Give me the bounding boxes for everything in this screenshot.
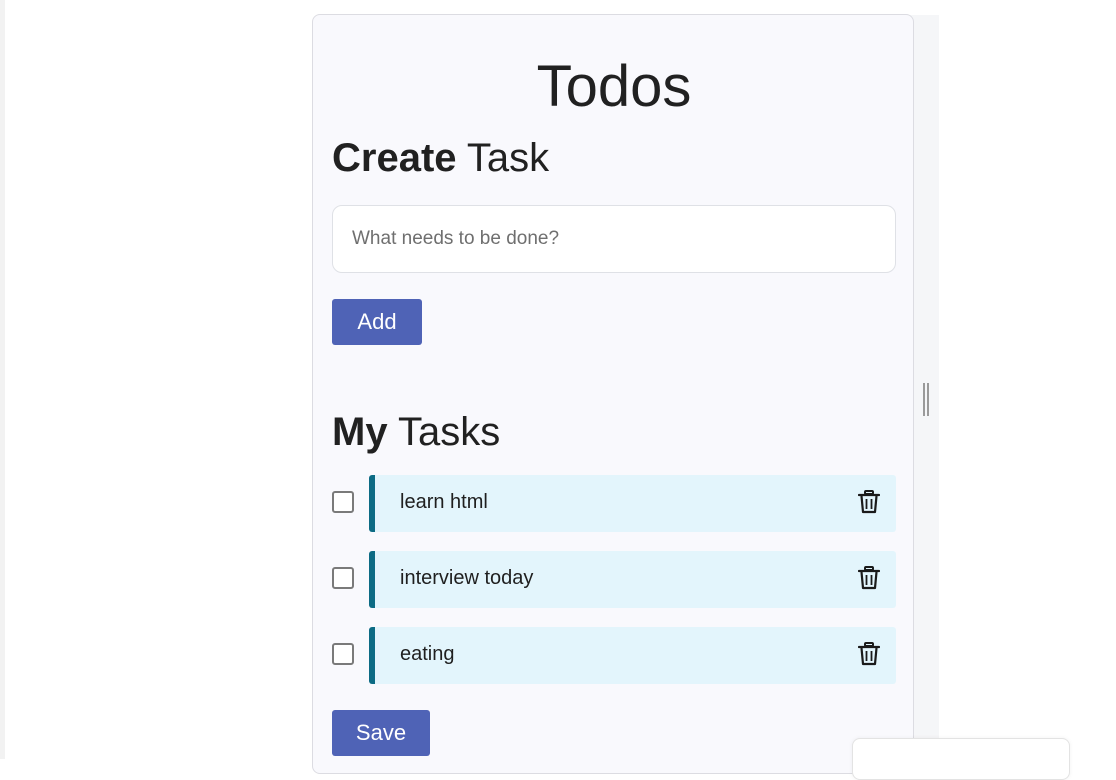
tasks-heading-rest: Tasks [387, 410, 501, 454]
save-button[interactable]: Save [332, 710, 430, 756]
task-item: eating [369, 627, 896, 684]
create-heading-bold: Create [332, 136, 457, 180]
create-task-heading: Create Task [332, 134, 549, 182]
task-row: interview today [332, 551, 896, 608]
task-checkbox[interactable] [332, 491, 354, 513]
tasks-heading-bold: My [332, 410, 388, 454]
task-row: learn html [332, 475, 896, 532]
task-label: interview today [400, 567, 534, 589]
page-title: Todos [536, 54, 692, 119]
floating-popup [852, 738, 1070, 780]
task-label: eating [400, 643, 455, 665]
task-checkbox[interactable] [332, 567, 354, 589]
task-label: learn html [400, 491, 488, 513]
task-item: interview today [369, 551, 896, 608]
page-left-edge [0, 0, 5, 759]
create-heading-rest: Task [456, 136, 550, 180]
task-checkbox[interactable] [332, 643, 354, 665]
my-tasks-heading: My Tasks [332, 408, 500, 456]
new-task-input[interactable] [332, 205, 896, 273]
todo-card: Todos Create Task Add My Tasks learn htm… [312, 14, 914, 774]
trash-icon[interactable] [858, 490, 880, 514]
task-row: eating [332, 627, 896, 684]
panel-resize-handle[interactable] [923, 383, 931, 416]
trash-icon[interactable] [858, 642, 880, 666]
task-item: learn html [369, 475, 896, 532]
add-button[interactable]: Add [332, 299, 422, 345]
trash-icon[interactable] [858, 566, 880, 590]
